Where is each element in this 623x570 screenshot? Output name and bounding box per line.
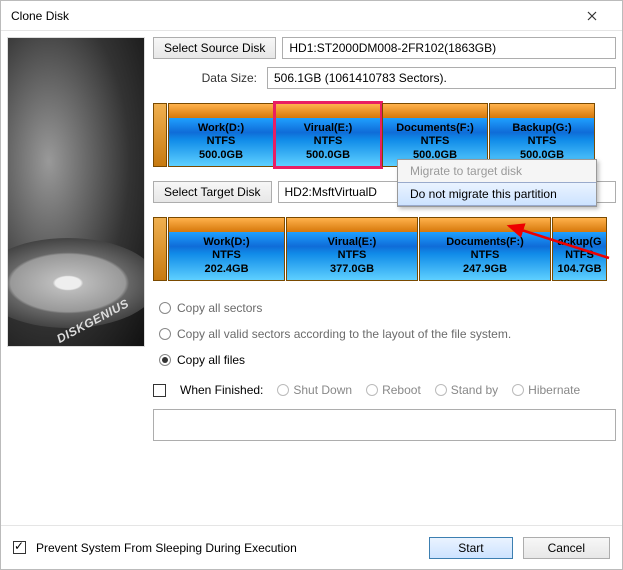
start-button[interactable]: Start (429, 537, 512, 559)
radio-icon (512, 384, 524, 396)
data-size-field: 506.1GB (1061410783 Sectors). (267, 67, 616, 89)
source-disk-field[interactable]: HD1:ST2000DM008-2FR102(1863GB) (282, 37, 616, 59)
partition-info: Work(D:)NTFS202.4GB (169, 232, 284, 280)
context-menu-item[interactable]: Do not migrate this partition (398, 182, 596, 206)
radio-icon (159, 328, 171, 340)
source-partition-block[interactable]: Documents(F:)NTFS500.0GB (382, 103, 488, 167)
copy-all-files-radio[interactable]: Copy all files (159, 353, 616, 367)
main-panel: Select Source Disk HD1:ST2000DM008-2FR10… (153, 37, 616, 533)
source-partition-leading[interactable] (153, 103, 167, 167)
when-finished-label: When Finished: (180, 383, 263, 397)
radio-icon (159, 354, 171, 366)
dialog-content: DISKGENIUS Select Source Disk HD1:ST2000… (1, 31, 622, 539)
target-partition-block[interactable]: Virual(E:)NTFS377.0GB (286, 217, 418, 281)
data-size-label: Data Size: (153, 71, 261, 85)
standby-radio[interactable]: Stand by (435, 383, 498, 397)
partition-info: Work(D:)NTFS500.0GB (169, 118, 273, 166)
when-finished-row: When Finished: Shut Down Reboot Stand by… (153, 383, 616, 397)
dialog-footer: Prevent System From Sleeping During Exec… (1, 525, 622, 569)
close-button[interactable] (572, 2, 612, 30)
disk-preview-image: DISKGENIUS (7, 37, 145, 347)
reboot-radio[interactable]: Reboot (366, 383, 421, 397)
partition-context-menu: Migrate to target diskDo not migrate thi… (397, 159, 597, 207)
select-source-disk-button[interactable]: Select Source Disk (153, 37, 276, 59)
radio-icon (435, 384, 447, 396)
partition-info: Virual(E:)NTFS377.0GB (287, 232, 417, 280)
copy-valid-sectors-label: Copy all valid sectors according to the … (177, 327, 511, 341)
prevent-sleep-checkbox[interactable] (13, 541, 26, 554)
titlebar: Clone Disk (1, 1, 622, 31)
source-partition-block[interactable]: Backup(G:)NTFS500.0GB (489, 103, 595, 167)
copy-all-sectors-label: Copy all sectors (177, 301, 262, 315)
hibernate-radio[interactable]: Hibernate (512, 383, 580, 397)
radio-icon (366, 384, 378, 396)
target-partition-leading[interactable] (153, 217, 167, 281)
shutdown-radio[interactable]: Shut Down (277, 383, 352, 397)
copy-valid-sectors-radio[interactable]: Copy all valid sectors according to the … (159, 327, 616, 341)
source-partition-bar: Work(D:)NTFS500.0GBVirual(E:)NTFS500.0GB… (153, 103, 616, 167)
clone-disk-dialog: Clone Disk DISKGENIUS Select Source Disk… (0, 0, 623, 570)
window-title: Clone Disk (11, 9, 572, 23)
radio-icon (159, 302, 171, 314)
copy-all-sectors-radio[interactable]: Copy all sectors (159, 301, 616, 315)
partition-info: Virual(E:)NTFS500.0GB (276, 118, 380, 166)
target-partition-block[interactable]: Work(D:)NTFS202.4GB (168, 217, 285, 281)
select-target-disk-button[interactable]: Select Target Disk (153, 181, 272, 203)
cancel-button[interactable]: Cancel (523, 537, 610, 559)
source-partition-block[interactable]: Virual(E:)NTFS500.0GB (275, 103, 381, 167)
source-partition-block[interactable]: Work(D:)NTFS500.0GB (168, 103, 274, 167)
prevent-sleep-label: Prevent System From Sleeping During Exec… (36, 541, 297, 555)
radio-icon (277, 384, 289, 396)
annotation-arrow (481, 223, 611, 266)
copy-all-files-label: Copy all files (177, 353, 245, 367)
close-icon (587, 11, 597, 21)
progress-box (153, 409, 616, 441)
when-finished-checkbox[interactable] (153, 384, 166, 397)
context-menu-item: Migrate to target disk (398, 160, 596, 182)
